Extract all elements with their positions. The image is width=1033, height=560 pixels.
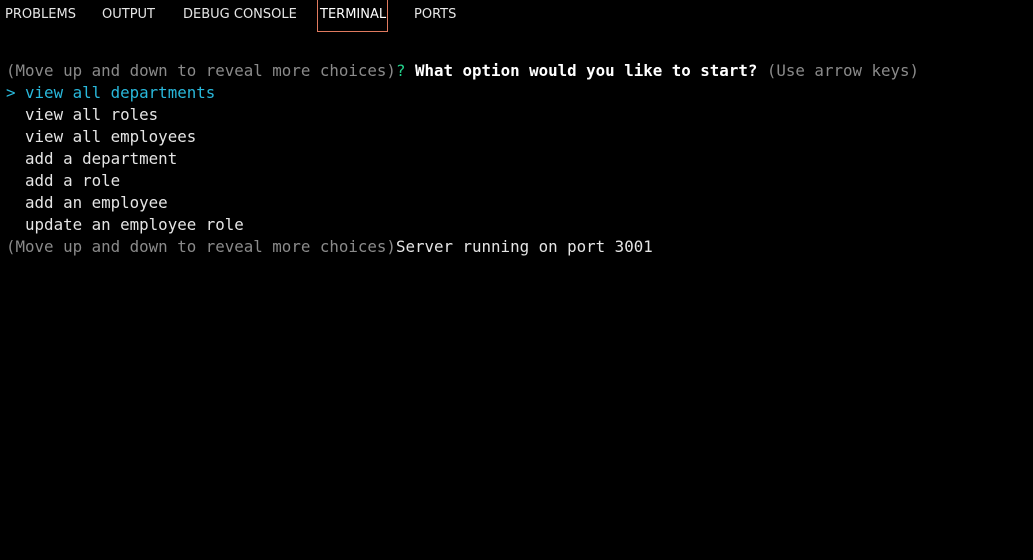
choice-item-selected[interactable]: > view all departments	[6, 82, 1026, 104]
prompt-question: What option would you like to start?	[414, 61, 758, 80]
choice-item[interactable]: add a role	[6, 170, 1026, 192]
tab-terminal[interactable]: TERMINAL	[317, 0, 388, 32]
footer-hint: (Move up and down to reveal more choices…	[6, 237, 396, 256]
prompt-line: (Move up and down to reveal more choices…	[6, 60, 1026, 82]
tab-ports[interactable]: PORTS	[414, 0, 456, 32]
footer-line: (Move up and down to reveal more choices…	[6, 236, 1026, 258]
choice-label: view all roles	[25, 105, 159, 124]
prompt-question-mark: ?	[395, 61, 406, 80]
server-message: Server running on port 3001	[395, 237, 653, 256]
selection-pointer-icon: >	[6, 83, 16, 102]
terminal-output[interactable]: (Move up and down to reveal more choices…	[6, 60, 1026, 258]
tab-problems[interactable]: PROBLEMS	[5, 0, 76, 32]
choice-item[interactable]: add an employee	[6, 192, 1026, 214]
tab-output[interactable]: OUTPUT	[102, 0, 155, 32]
choice-label: update an employee role	[25, 215, 244, 234]
choice-label: add a department	[25, 149, 178, 168]
tab-debug-console[interactable]: DEBUG CONSOLE	[183, 0, 297, 32]
choice-label: view all employees	[25, 127, 197, 146]
choice-label: add an employee	[25, 193, 168, 212]
prompt-hint: (Move up and down to reveal more choices…	[6, 61, 396, 80]
choice-item[interactable]: update an employee role	[6, 214, 1026, 236]
panel-tab-bar: PROBLEMS OUTPUT DEBUG CONSOLE TERMINAL P…	[0, 0, 1033, 34]
choice-label: add a role	[25, 171, 121, 190]
choice-label: view all departments	[25, 83, 216, 102]
prompt-instruction: (Use arrow keys)	[766, 61, 920, 80]
choice-item[interactable]: view all roles	[6, 104, 1026, 126]
choice-item[interactable]: add a department	[6, 148, 1026, 170]
choice-item[interactable]: view all employees	[6, 126, 1026, 148]
